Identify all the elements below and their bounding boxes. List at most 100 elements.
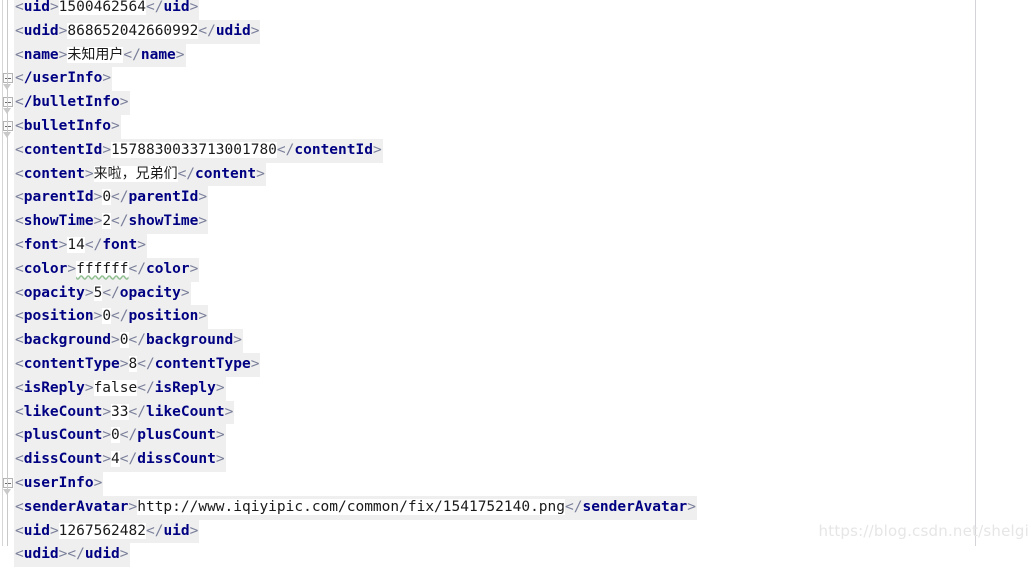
angle-bracket-open: </	[128, 260, 146, 277]
xml-tag-name: opacity	[119, 284, 181, 301]
xml-text-value[interactable]: 2	[102, 213, 112, 230]
angle-bracket-open: </	[128, 403, 146, 420]
xml-text-value[interactable]: ffffff	[76, 260, 129, 277]
xml-text-value[interactable]: 1578830033713001780	[111, 141, 277, 158]
code-line[interactable]: <uid>1500462564</uid>	[14, 0, 1035, 20]
angle-bracket-close: >	[49, 522, 59, 539]
xml-tag-name: font	[23, 237, 59, 253]
angle-bracket-open: </	[123, 46, 141, 63]
xml-element[interactable]: <plusCount>0</plusCount>	[14, 424, 226, 449]
code-line[interactable]: <senderAvatar>http://www.iqiyipic.com/co…	[14, 495, 1035, 520]
angle-bracket-open: <	[15, 475, 24, 491]
code-line[interactable]: <parentId>0</parentId>	[14, 186, 1035, 211]
code-line[interactable]: <color>ffffff</color>	[14, 257, 1035, 282]
xml-element[interactable]: <contentId>1578830033713001780</contentI…	[14, 138, 383, 163]
xml-tag[interactable]: <userInfo>	[14, 472, 104, 496]
xml-element[interactable]: <position>0</position>	[14, 305, 209, 330]
xml-text-value[interactable]: 0	[111, 427, 120, 444]
xml-element[interactable]: <color>ffffff</color>	[14, 257, 200, 282]
xml-tag[interactable]: </userInfo>	[14, 67, 113, 92]
angle-bracket-open: <	[15, 0, 24, 15]
code-line[interactable]: <name>未知用户</name>	[14, 43, 1035, 68]
xml-element[interactable]: <opacity>5</opacity>	[14, 281, 191, 306]
xml-element[interactable]: <udid>868652042660992</udid>	[14, 19, 261, 44]
xml-element[interactable]: <parentId>0</parentId>	[14, 186, 209, 211]
xml-tag-name: opacity	[23, 284, 85, 301]
angle-bracket-close: >	[224, 403, 234, 420]
xml-text-value[interactable]: 未知用户	[67, 46, 124, 63]
code-line[interactable]: <showTime>2</showTime>	[14, 210, 1035, 234]
code-lines[interactable]: <uid>1500462564</uid> <udid>8686520426609…	[14, 0, 1035, 567]
xml-element[interactable]: <font>14</font>	[14, 234, 147, 258]
xml-text-value[interactable]: http://www.iqiyipic.com/common/fix/15417…	[137, 498, 565, 515]
fold-minus-box[interactable]	[3, 478, 13, 488]
xml-text-value[interactable]: 1500462564	[58, 0, 146, 15]
angle-bracket-open: <	[15, 46, 24, 63]
xml-text-value[interactable]: 0	[102, 308, 112, 325]
fold-minus-box[interactable]	[3, 97, 13, 108]
code-line[interactable]: <udid></udid>	[14, 543, 1035, 567]
code-line[interactable]: </bulletInfo>	[14, 91, 1035, 115]
xml-source-editor[interactable]: <uid>1500462564</uid> <udid>8686520426609…	[0, 0, 1035, 567]
xml-element[interactable]: <senderAvatar>http://www.iqiyipic.com/co…	[14, 495, 697, 520]
code-line[interactable]: <contentId>1578830033713001780</contentI…	[14, 138, 1035, 163]
xml-element[interactable]: <contentType>8</contentType>	[14, 353, 261, 377]
xml-element[interactable]: <uid>1500462564</uid>	[14, 0, 200, 20]
angle-bracket-open: </	[198, 22, 216, 39]
xml-text-value[interactable]: 33	[111, 403, 129, 420]
xml-tag-name: senderAvatar	[23, 498, 129, 515]
angle-bracket-close: >	[119, 546, 129, 563]
xml-element[interactable]: <content>来啦，兄弟们</content>	[14, 162, 266, 187]
xml-text-value[interactable]: 0	[102, 189, 112, 206]
angle-bracket-close: >	[102, 141, 112, 158]
code-line[interactable]: <dissCount>4</dissCount>	[14, 448, 1035, 472]
angle-bracket-open: <	[15, 403, 24, 420]
xml-text-value[interactable]: 1267562482	[58, 522, 146, 539]
code-line[interactable]: <content>来啦，兄弟们</content>	[14, 162, 1035, 187]
xml-text-value[interactable]: 14	[67, 237, 85, 253]
code-line[interactable]: <opacity>5</opacity>	[14, 281, 1035, 306]
xml-tag-name: /bulletInfo	[23, 94, 120, 111]
xml-text-value[interactable]: 5	[93, 284, 103, 301]
xml-element[interactable]: <udid></udid>	[14, 543, 130, 567]
xml-text-value[interactable]: 8	[128, 356, 138, 372]
xml-element[interactable]: <background>0</background>	[14, 329, 244, 353]
code-line[interactable]: <plusCount>0</plusCount>	[14, 424, 1035, 449]
angle-bracket-close: >	[189, 0, 199, 15]
xml-element[interactable]: <uid>1267562482</uid>	[14, 519, 200, 544]
code-line[interactable]: <isReply>false</isReply>	[14, 376, 1035, 401]
xml-text-value[interactable]: 4	[111, 451, 120, 468]
code-line[interactable]: <font>14</font>	[14, 234, 1035, 258]
code-line[interactable]: <userInfo>	[14, 472, 1035, 496]
fold-minus-box[interactable]	[3, 121, 13, 131]
angle-bracket-open: </	[111, 213, 129, 230]
fold-minus-box[interactable]	[3, 73, 13, 84]
angle-bracket-close: >	[119, 94, 129, 111]
code-line[interactable]: <contentType>8</contentType>	[14, 353, 1035, 377]
angle-bracket-close: >	[687, 498, 696, 515]
xml-text-value[interactable]: 来啦，兄弟们	[93, 165, 178, 182]
angle-bracket-close: >	[93, 308, 103, 325]
xml-tag[interactable]: </bulletInfo>	[14, 91, 130, 115]
xml-text-value[interactable]: 868652042660992	[67, 22, 199, 39]
code-line[interactable]: <likeCount>33</likeCount>	[14, 400, 1035, 425]
angle-bracket-open: </	[137, 379, 155, 396]
xml-element[interactable]: <dissCount>4</dissCount>	[14, 448, 226, 472]
angle-bracket-open: <	[15, 118, 24, 134]
fold-gutter[interactable]	[0, 0, 14, 546]
xml-tag-name: uid	[23, 0, 50, 15]
code-line[interactable]: <background>0</background>	[14, 329, 1035, 353]
xml-text-value[interactable]: 0	[119, 332, 129, 349]
code-line[interactable]: <position>0</position>	[14, 305, 1035, 330]
xml-element[interactable]: <name>未知用户</name>	[14, 43, 186, 68]
xml-text-value[interactable]: false	[93, 379, 138, 396]
xml-element[interactable]: <showTime>2</showTime>	[14, 210, 209, 234]
xml-element[interactable]: <likeCount>33</likeCount>	[14, 400, 235, 425]
xml-tag[interactable]: <bulletInfo>	[14, 115, 121, 139]
xml-element[interactable]: <isReply>false</isReply>	[14, 376, 226, 401]
angle-bracket-open: <	[15, 165, 24, 182]
code-line[interactable]: <udid>868652042660992</udid>	[14, 19, 1035, 44]
code-line[interactable]: <bulletInfo>	[14, 115, 1035, 139]
xml-tag-name: position	[23, 308, 94, 325]
code-line[interactable]: </userInfo>	[14, 67, 1035, 92]
